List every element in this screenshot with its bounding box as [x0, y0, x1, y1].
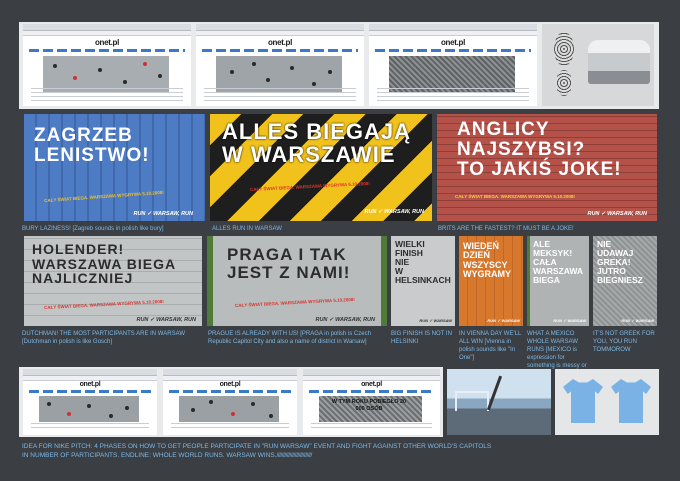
slash-divider: ///////////////////////////: [276, 452, 312, 459]
caption-prague: PRAGUE IS ALREADY WITH US! [PRAGA in pol…: [208, 331, 371, 345]
runners-photo: [216, 56, 342, 92]
run-warsaw-logo: RUN ✓ WARSAW: [553, 318, 586, 323]
shoe-print-panel: [542, 24, 654, 106]
caption-alles-run: ALLES RUN IN WARSAW: [212, 226, 282, 232]
tshirt-icon: [611, 379, 651, 423]
billboard-subline: CAŁY ŚWIAT BIEGA. WARSZAWA WYGRYWA 5.10.…: [249, 180, 370, 193]
site-logo: onet.pl: [219, 381, 241, 388]
billboard-subline: CAŁY ŚWIAT BIEGA. WARSZAWA WYGRYWA 5.10.…: [234, 296, 355, 309]
billboard-zagrzeb: ZAGRZEB LENISTWO! CAŁY ŚWIAT BIEGA. WARS…: [24, 114, 205, 221]
browser-screenshot-1: onet.pl: [23, 24, 191, 106]
billboard-wielki: WIELKI FINISH NIE W HELSINKACH RUN ✓ WAR…: [391, 236, 455, 326]
caption-brits: BRITS ARE THE FASTEST? IT MUST BE A JOKE…: [438, 226, 574, 232]
billboard-headline: NIE UDAWAJ GREKA! JUTRO BIEGNIESZ: [597, 239, 643, 285]
browser-screenshot-4: onet.pl: [23, 369, 157, 435]
billboard-headline: ALE MEKSYK! CAŁA WARSZAWA BIEGA: [533, 239, 584, 285]
billboard-headline: WIEDEŃ DZIEŃ WSZYSCY WYGRAMY: [463, 241, 511, 280]
car-photo: [588, 40, 650, 84]
browser-screenshot-3: onet.pl: [369, 24, 537, 106]
browser-screenshot-5: onet.pl: [163, 369, 297, 435]
run-warsaw-logo: RUN ✓ WARSAW: [621, 318, 654, 323]
crane: [486, 375, 503, 411]
billboard-wieden: WIEDEŃ DZIEŃ WSZYSCY WYGRAMY RUN ✓ WARSA…: [459, 236, 523, 326]
caption-big-finish: BIG FINISH IS NOT IN HELSINKI: [391, 331, 452, 345]
billboard-holender: HOLENDER! WARSZAWA BIEGA NAJLICZNIEJ CAŁ…: [24, 236, 202, 326]
billboard-praga: PRAGA I TAK JEST Z NAMI! CAŁY ŚWIAT BIEG…: [207, 236, 387, 326]
shoe-print-icon: [556, 70, 572, 96]
caption-vienna: IN VIENNA DAY WE'LL ALL WIN [Vienna in p…: [459, 331, 522, 361]
billboard-headline: HOLENDER! WARSZAWA BIEGA NAJLICZNIEJ: [32, 241, 177, 287]
run-warsaw-logo: RUN ✓ WARSAW, RUN: [364, 209, 424, 215]
site-logo: onet.pl: [440, 38, 466, 47]
footer-description: IDEA FOR NIKE PITCH: 4 PHASES ON HOW TO …: [22, 443, 492, 459]
shoe-print-icon: [554, 32, 574, 66]
billboard-anglicy: ANGLICY NAJSZYBSI? TO JAKIŚ JOKE! CAŁY Ś…: [437, 114, 657, 221]
run-warsaw-logo: RUN ✓ WARSAW, RUN: [315, 317, 375, 323]
run-warsaw-logo: RUN ✓ WARSAW, RUN: [133, 211, 193, 217]
caption-dutchman: DUTCHMAN! THE MOST PARTICIPANTS ARE IN W…: [22, 331, 186, 345]
crowd-photo: W TYM ROKU POBIEGŁO 20 000 OSÓB: [319, 396, 422, 422]
billboard-meksyk: ALE MEKSYK! CAŁA WARSZAWA BIEGA RUN ✓ WA…: [527, 236, 589, 326]
browser-screenshot-6: onet.pl W TYM ROKU POBIEGŁO 20 000 OSÓB: [303, 369, 440, 435]
billboard-headline: WIELKI FINISH NIE W HELSINKACH: [395, 239, 451, 285]
site-logo: onet.pl: [267, 38, 293, 47]
browser-screenshot-2: onet.pl: [196, 24, 364, 106]
billboard-subline: CAŁY ŚWIAT BIEGA. WARSZAWA WYGRYWA 5.10.…: [455, 194, 575, 199]
tshirt-panel: [555, 369, 659, 435]
billboard-headline: ALLES BIEGAJĄ W WARSZAWIE: [222, 119, 412, 168]
run-warsaw-logo: RUN ✓ WARSAW: [419, 318, 452, 323]
runners-photo: [39, 396, 139, 422]
billboard-headline: ANGLICY NAJSZYBSI? TO JAKIŚ JOKE!: [457, 119, 622, 180]
runners-photo: [43, 56, 169, 92]
crowd-overlay-text: W TYM ROKU POBIEGŁO 20 000 OSÓB: [331, 399, 407, 412]
site-logo: onet.pl: [79, 381, 101, 388]
stage-photo: [447, 369, 551, 435]
site-logo: onet.pl: [361, 381, 382, 388]
stage-structure: [455, 391, 489, 411]
run-warsaw-logo: RUN ✓ WARSAW, RUN: [587, 211, 647, 217]
billboard-headline: PRAGA I TAK JEST Z NAMI!: [227, 245, 351, 282]
runners-photo: [179, 396, 279, 422]
billboard-alles: ALLES BIEGAJĄ W WARSZAWIE CAŁY ŚWIAT BIE…: [210, 114, 432, 221]
tshirt-icon: [563, 379, 603, 423]
caption-bury-laziness: BURY LAZINESS! [Zagreb sounds in polish …: [22, 226, 164, 232]
run-warsaw-logo: RUN ✓ WARSAW: [487, 318, 520, 323]
billboard-subline: CAŁY ŚWIAT BIEGA. WARSZAWA WYGRYWA 5.10.…: [43, 298, 164, 311]
billboard-headline: ZAGRZEB LENISTWO!: [34, 125, 150, 166]
site-logo: onet.pl: [94, 38, 120, 47]
caption-greek: IT'S NOT GREEK FOR YOU, YOU RUN TOMMOROW: [593, 331, 655, 353]
crowd-photo: [389, 56, 515, 92]
billboard-grek: NIE UDAWAJ GREKA! JUTRO BIEGNIESZ RUN ✓ …: [593, 236, 657, 326]
run-warsaw-logo: RUN ✓ WARSAW, RUN: [136, 317, 196, 323]
billboard-subline: CAŁY ŚWIAT BIEGA. WARSZAWA WYGRYWA 5.10.…: [43, 189, 164, 204]
